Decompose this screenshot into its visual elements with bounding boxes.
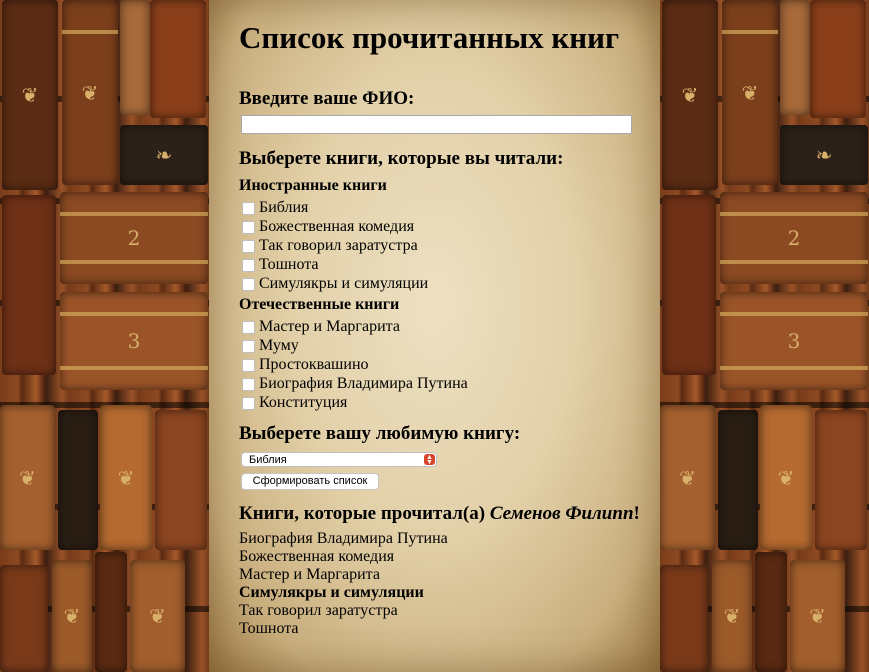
- parchment-panel: Список прочитанных книг Введите ваше ФИО…: [209, 0, 660, 672]
- book-checkbox-label: Божественная комедия: [259, 218, 415, 235]
- fio-label: Введите ваше ФИО:: [239, 88, 415, 109]
- book-checkbox-label: Простоквашино: [259, 356, 369, 373]
- book-checkbox-label: Муму: [259, 337, 299, 354]
- book-spine: ❦: [52, 560, 92, 672]
- book-spine: ❧: [780, 125, 868, 185]
- book-checkbox-label: Библия: [259, 199, 309, 216]
- book-checkbox[interactable]: [242, 221, 255, 234]
- group-title-domestic: Отечественные книги: [239, 296, 400, 313]
- book-checkbox[interactable]: [242, 359, 255, 372]
- book-checkbox[interactable]: [242, 321, 255, 334]
- bookshelf-background-right: ❦ ❦ ❧ 2 3 ❦ ❦ ❦ ❦: [660, 0, 869, 672]
- result-book-item-favorite: Симулякры и симуляции: [239, 584, 424, 601]
- book-spine: [662, 195, 716, 375]
- result-book-list: Биография Владимира Путина Божественная …: [239, 530, 448, 638]
- group-title-foreign: Иностранные книги: [239, 177, 387, 194]
- favorite-book-select[interactable]: Библия ▲ ▼: [241, 452, 437, 467]
- book-spine: [150, 0, 206, 118]
- book-checkbox-row[interactable]: Библия: [239, 198, 308, 217]
- book-spine: [2, 195, 56, 375]
- favorite-label: Выберете вашу любимую книгу:: [239, 423, 521, 444]
- book-spine: ❦: [722, 0, 778, 185]
- book-spine: ❦: [660, 405, 715, 550]
- book-checkbox-row[interactable]: Симулякры и симуляции: [239, 274, 428, 293]
- book-spine: ❦: [662, 0, 718, 190]
- book-spine: 3: [60, 292, 208, 390]
- book-checkbox-row[interactable]: Божественная комедия: [239, 217, 414, 236]
- book-checkbox-label: Симулякры и симуляции: [259, 275, 429, 292]
- favorite-select-value: Библия: [249, 454, 287, 466]
- book-spine: ❦: [0, 405, 55, 550]
- book-spine: [810, 0, 866, 118]
- result-book-item: Мастер и Маргарита: [239, 566, 380, 583]
- bookshelf-background-left: ❦ ❦ ❧ 2 3 ❦ ❦ ❦ ❦: [0, 0, 209, 672]
- book-checkbox-row[interactable]: Конституция: [239, 393, 347, 412]
- generate-list-button[interactable]: Сформировать список: [241, 473, 379, 490]
- result-book-item: Божественная комедия: [239, 548, 395, 565]
- result-title-suffix: !: [633, 503, 640, 524]
- result-book-item: Тошнота: [239, 620, 299, 637]
- book-checkbox-label: Мастер и Маргарита: [259, 318, 400, 335]
- book-checkbox-label: Так говорил заратустра: [259, 237, 418, 254]
- book-checkbox[interactable]: [242, 278, 255, 291]
- book-spine: [95, 552, 127, 672]
- book-checkbox-row[interactable]: Биография Владимира Путина: [239, 374, 468, 393]
- book-spine: 2: [60, 192, 208, 284]
- book-spine: ❦: [790, 560, 845, 672]
- reader-name: Семенов Филипп: [489, 503, 634, 524]
- book-spine: 3: [720, 292, 868, 390]
- book-spine: ❦: [130, 560, 185, 672]
- book-spine: ❦: [2, 0, 58, 190]
- book-checkbox[interactable]: [242, 378, 255, 391]
- book-spine: [755, 552, 787, 672]
- book-spine: 2: [720, 192, 868, 284]
- book-checkbox[interactable]: [242, 240, 255, 253]
- result-title: Книги, которые прочитал(а) Семенов Филип…: [239, 503, 640, 525]
- book-spine: ❦: [100, 405, 152, 550]
- book-spine: [660, 565, 708, 672]
- book-checkbox[interactable]: [242, 259, 255, 272]
- book-checkbox-row[interactable]: Муму: [239, 336, 299, 355]
- result-title-prefix: Книги, которые прочитал(а): [239, 503, 490, 524]
- book-checkbox-label: Конституция: [259, 394, 348, 411]
- book-spine: [815, 410, 867, 550]
- book-checkbox[interactable]: [242, 340, 255, 353]
- book-checkbox-label: Тошнота: [259, 256, 319, 273]
- main-content: Список прочитанных книг Введите ваше ФИО…: [239, 18, 640, 637]
- book-checkbox[interactable]: [242, 397, 255, 410]
- book-checkbox-row[interactable]: Простоквашино: [239, 355, 369, 374]
- page-title: Список прочитанных книг: [239, 20, 620, 55]
- book-spine: ❧: [120, 125, 208, 185]
- book-spine: [58, 410, 98, 550]
- book-spine: [718, 410, 758, 550]
- book-spine: ❦: [62, 0, 118, 185]
- book-spine: [120, 0, 150, 115]
- book-spine: [780, 0, 810, 115]
- book-checkbox[interactable]: [242, 202, 255, 215]
- book-spine: [0, 565, 48, 672]
- book-spine: ❦: [712, 560, 752, 672]
- book-checkbox-row[interactable]: Мастер и Маргарита: [239, 317, 400, 336]
- book-spine: ❦: [760, 405, 812, 550]
- fio-input[interactable]: [241, 115, 632, 134]
- book-spine: [155, 410, 207, 550]
- books-label: Выберете книги, которые вы читали:: [239, 148, 564, 169]
- book-checkbox-row[interactable]: Так говорил заратустра: [239, 236, 418, 255]
- book-checkbox-label: Биография Владимира Путина: [259, 375, 468, 392]
- updown-chevron-icon: ▲ ▼: [424, 454, 435, 466]
- result-book-item: Биография Владимира Путина: [239, 530, 448, 547]
- result-book-item: Так говорил заратустра: [239, 602, 398, 619]
- book-checkbox-row[interactable]: Тошнота: [239, 255, 319, 274]
